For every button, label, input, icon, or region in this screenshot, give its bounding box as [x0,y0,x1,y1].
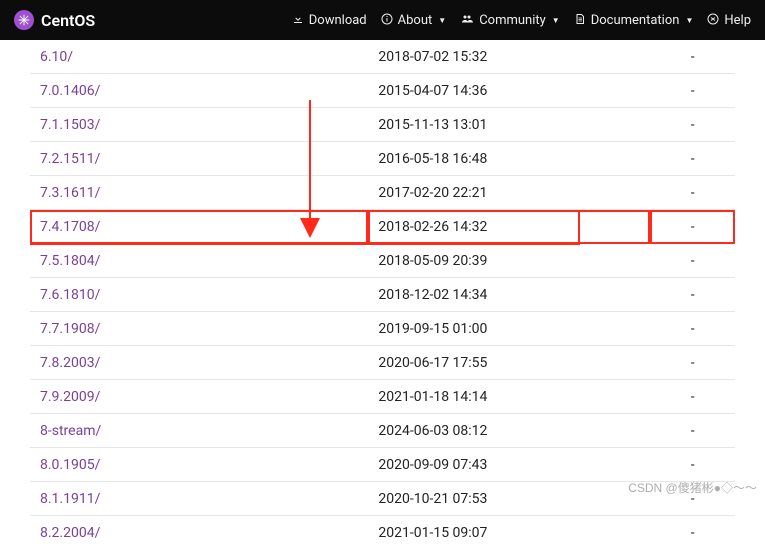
table-row: 7.2.1511/2016-05-18 16:48- [30,142,735,176]
cell-name: 7.2.1511/ [30,142,368,176]
table-row: 8-stream/2024-06-03 08:12- [30,414,735,448]
nav-right: Download About ▼ Community ▼ Documentati… [292,13,751,28]
cell-size: - [650,210,735,244]
caret-icon: ▼ [552,16,560,25]
cell-size: - [650,312,735,346]
cell-size: - [650,74,735,108]
table-row: 6.10/2018-07-02 15:32- [30,40,735,74]
directory-link[interactable]: 7.6.1810/ [40,287,100,303]
cell-size: - [650,278,735,312]
help-icon [707,13,719,28]
cell-size: - [650,176,735,210]
cell-name: 8.0.1905/ [30,448,368,482]
brand-text: CentOS [41,11,95,30]
cell-date: 2015-11-13 13:01 [368,108,650,142]
nav-community-label: Community [479,13,546,28]
cell-date: 2018-02-26 14:32 [368,210,650,244]
cell-size: - [650,516,735,550]
table-row: 7.8.2003/2020-06-17 17:55- [30,346,735,380]
cell-size: - [650,108,735,142]
table-row: 8.2.2004/2021-01-15 09:07- [30,516,735,550]
cell-name: 7.5.1804/ [30,244,368,278]
cell-name: 8-stream/ [30,414,368,448]
directory-link[interactable]: 7.9.2009/ [40,389,100,405]
cell-size: - [650,244,735,278]
community-icon [460,13,474,28]
directory-link[interactable]: 8.2.2004/ [40,525,100,541]
directory-link[interactable]: 8.1.1911/ [40,491,100,507]
directory-link[interactable]: 7.0.1406/ [40,83,100,99]
cell-date: 2024-06-03 08:12 [368,414,650,448]
cell-name: 8.1.1911/ [30,482,368,516]
cell-size: - [650,40,735,74]
table-row: 7.9.2009/2021-01-18 14:14- [30,380,735,414]
directory-link[interactable]: 7.2.1511/ [40,151,100,167]
caret-icon: ▼ [685,16,693,25]
table-row: 7.1.1503/2015-11-13 13:01- [30,108,735,142]
nav-help-label: Help [724,13,751,28]
info-icon [381,13,393,28]
cell-name: 7.9.2009/ [30,380,368,414]
cell-name: 7.3.1611/ [30,176,368,210]
cell-date: 2021-01-18 14:14 [368,380,650,414]
cell-size: - [650,448,735,482]
cell-name: 7.8.2003/ [30,346,368,380]
nav-help[interactable]: Help [707,13,751,28]
cell-date: 2016-05-18 16:48 [368,142,650,176]
directory-link[interactable]: 7.4.1708/ [40,219,100,235]
cell-name: 7.0.1406/ [30,74,368,108]
table-row: 7.3.1611/2017-02-20 22:21- [30,176,735,210]
cell-size: - [650,380,735,414]
nav-community[interactable]: Community ▼ [460,13,560,28]
directory-link[interactable]: 7.1.1503/ [40,117,100,133]
cell-date: 2018-05-09 20:39 [368,244,650,278]
listing-table: 6.10/2018-07-02 15:32-7.0.1406/2015-04-0… [30,40,735,549]
cell-date: 2020-09-09 07:43 [368,448,650,482]
brand[interactable]: CentOS [14,10,95,30]
cell-date: 2021-01-15 09:07 [368,516,650,550]
cell-name: 6.10/ [30,40,368,74]
cell-name: 7.4.1708/ [30,210,368,244]
table-row: 8.0.1905/2020-09-09 07:43- [30,448,735,482]
caret-icon: ▼ [438,16,446,25]
top-navbar: CentOS Download About ▼ Community ▼ [0,0,765,40]
documentation-icon [574,13,586,28]
cell-date: 2019-09-15 01:00 [368,312,650,346]
cell-name: 8.2.2004/ [30,516,368,550]
cell-size: - [650,414,735,448]
table-row: 7.7.1908/2019-09-15 01:00- [30,312,735,346]
table-row: 7.5.1804/2018-05-09 20:39- [30,244,735,278]
cell-date: 2015-04-07 14:36 [368,74,650,108]
table-row: 7.0.1406/2015-04-07 14:36- [30,74,735,108]
cell-date: 2018-12-02 14:34 [368,278,650,312]
download-icon [292,13,304,28]
directory-link[interactable]: 7.5.1804/ [40,253,100,269]
centos-logo-icon [14,10,34,30]
directory-link[interactable]: 7.8.2003/ [40,355,100,371]
directory-link[interactable]: 7.7.1908/ [40,321,100,337]
directory-link[interactable]: 6.10/ [40,49,73,65]
cell-size: - [650,346,735,380]
nav-documentation[interactable]: Documentation ▼ [574,13,694,28]
cell-size: - [650,142,735,176]
cell-name: 7.6.1810/ [30,278,368,312]
nav-documentation-label: Documentation [591,13,680,28]
cell-name: 7.1.1503/ [30,108,368,142]
directory-link[interactable]: 8.0.1905/ [40,457,100,473]
cell-date: 2017-02-20 22:21 [368,176,650,210]
table-row: 7.4.1708/2018-02-26 14:32- [30,210,735,244]
nav-download-label: Download [309,13,367,28]
table-row: 7.6.1810/2018-12-02 14:34- [30,278,735,312]
nav-download[interactable]: Download [292,13,367,28]
directory-link[interactable]: 7.3.1611/ [40,185,100,201]
nav-about-label: About [398,13,433,28]
directory-link[interactable]: 8-stream/ [40,423,101,439]
cell-name: 7.7.1908/ [30,312,368,346]
cell-date: 2020-10-21 07:53 [368,482,650,516]
cell-date: 2018-07-02 15:32 [368,40,650,74]
nav-about[interactable]: About ▼ [381,13,447,28]
watermark-text: CSDN @傻猪彬●◇～～ [628,479,757,496]
cell-date: 2020-06-17 17:55 [368,346,650,380]
